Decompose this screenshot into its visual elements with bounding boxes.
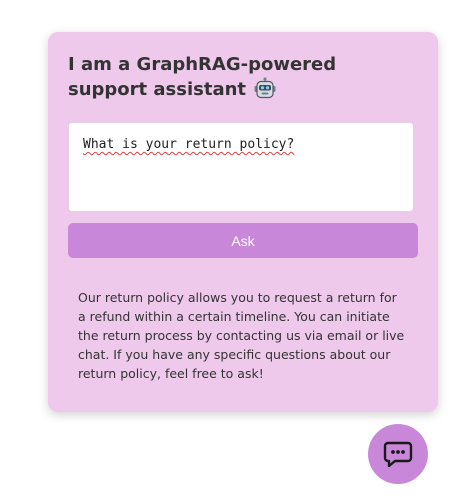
robot-face-icon [254, 77, 276, 99]
chat-bubble-icon [383, 440, 413, 468]
assistant-response: Our return policy allows you to request … [78, 290, 405, 381]
support-assistant-panel: I am a GraphRAG-powered support assistan… [48, 32, 438, 412]
chat-toggle-button[interactable] [368, 424, 428, 484]
assistant-title-text: I am a GraphRAG-powered support assistan… [68, 54, 337, 100]
ask-button[interactable]: Ask [68, 223, 418, 258]
question-input[interactable]: What is your return policy? [68, 122, 414, 212]
assistant-title: I am a GraphRAG-powered support assistan… [68, 52, 398, 102]
